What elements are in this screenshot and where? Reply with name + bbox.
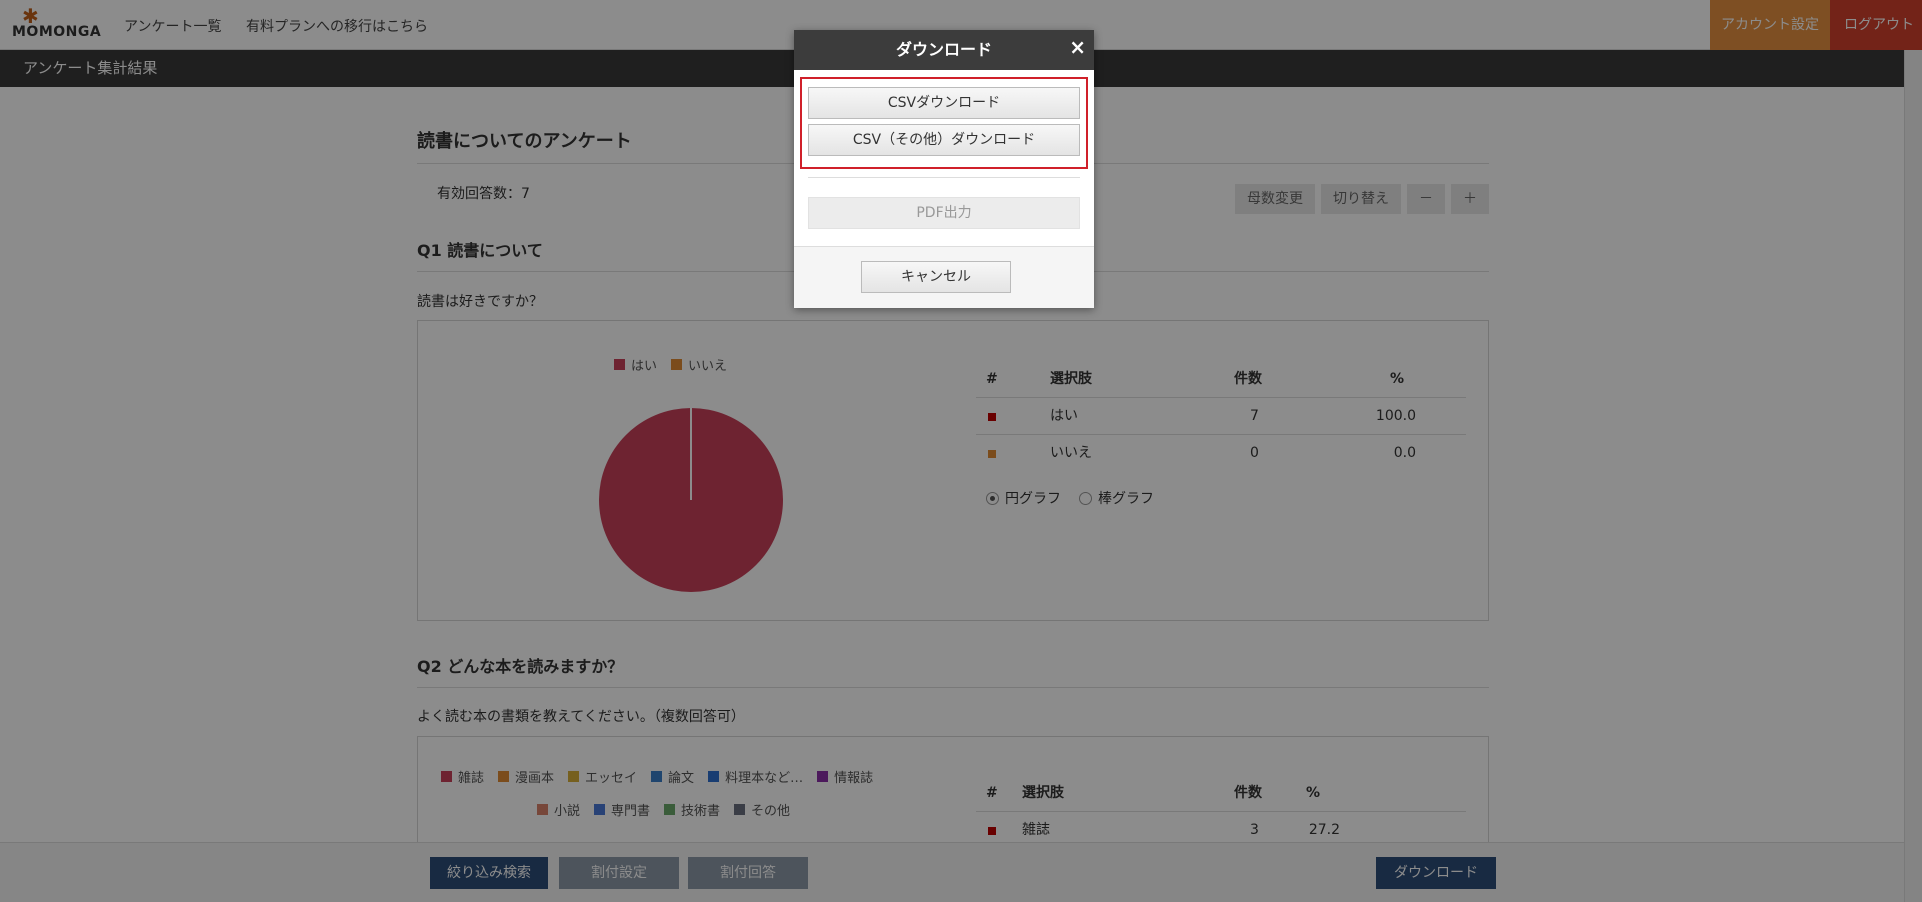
download-modal: ダウンロード × CSVダウンロード CSV（その他）ダウンロード PDF出力 … — [794, 30, 1094, 308]
cancel-button[interactable]: キャンセル — [861, 261, 1011, 293]
modal-divider — [808, 177, 1080, 178]
csv-download-button[interactable]: CSVダウンロード — [808, 87, 1080, 119]
csv-other-download-button[interactable]: CSV（その他）ダウンロード — [808, 124, 1080, 156]
close-icon[interactable]: × — [1069, 27, 1086, 67]
modal-footer: キャンセル — [794, 246, 1094, 308]
modal-title: ダウンロード — [895, 40, 992, 59]
modal-header: ダウンロード × — [794, 30, 1094, 70]
pdf-output-button[interactable]: PDF出力 — [808, 197, 1080, 229]
